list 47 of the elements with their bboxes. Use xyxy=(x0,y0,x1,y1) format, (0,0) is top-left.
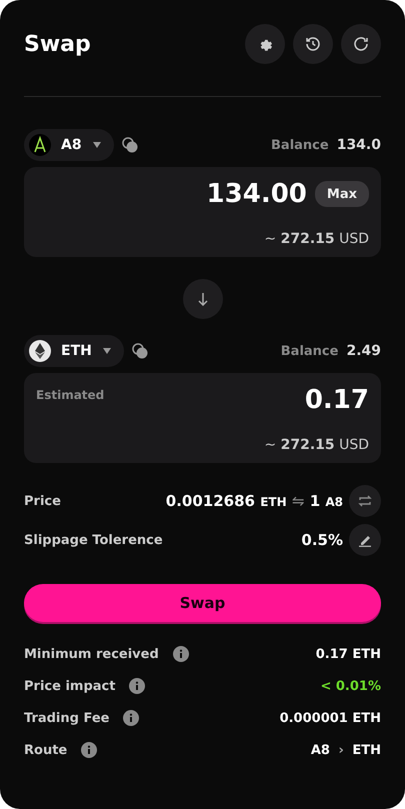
balance-value: 134.0 xyxy=(336,137,381,153)
detail-label: Trading Fee xyxy=(24,710,110,726)
settings-button[interactable] xyxy=(245,24,285,64)
detail-value: 0.17 ETH xyxy=(316,646,381,662)
token-selector[interactable]: A8 xyxy=(24,129,114,161)
info-icon[interactable] xyxy=(172,646,189,662)
swap-button[interactable]: Swap xyxy=(24,584,381,622)
swap-arrows-icon xyxy=(357,494,373,508)
balance-value: 2.49 xyxy=(346,343,381,359)
detail-label: Minimum received xyxy=(24,646,159,662)
balance-label: Balance xyxy=(280,344,338,358)
amount-input[interactable]: 134.00 xyxy=(206,179,307,209)
copy-icon[interactable] xyxy=(122,137,138,153)
max-button[interactable]: Max xyxy=(314,181,369,207)
info-icon[interactable] xyxy=(129,678,146,694)
invert-price-button[interactable] xyxy=(349,485,381,517)
info-icon[interactable] xyxy=(81,742,98,758)
detail-label: Price impact xyxy=(24,678,116,694)
usd-value: ~ 272.15 USD xyxy=(264,437,369,453)
history-icon xyxy=(304,35,322,53)
history-button[interactable] xyxy=(293,24,333,64)
switch-direction-button[interactable] xyxy=(182,279,222,319)
copy-icon[interactable] xyxy=(132,343,148,359)
info-icon[interactable] xyxy=(123,710,140,726)
slippage-value: 0.5% xyxy=(301,531,343,549)
price-label: Price xyxy=(24,494,61,508)
detail-value: 0.000001 ETH xyxy=(280,710,381,726)
caret-icon xyxy=(102,347,112,355)
ethereum-logo-icon xyxy=(29,340,51,362)
price-value: 0.0012686 ETH ⇋ 1 A8 xyxy=(166,492,343,510)
refresh-icon xyxy=(352,35,370,53)
detail-label: Route xyxy=(24,742,68,758)
edit-slippage-button[interactable] xyxy=(349,524,381,556)
detail-value: < 0.01% xyxy=(320,678,381,694)
route-value: A8 › ETH xyxy=(310,742,381,758)
slippage-label: Slippage Tolerence xyxy=(24,532,163,548)
token-selector[interactable]: ETH xyxy=(24,335,124,367)
estimated-label: Estimated xyxy=(36,387,104,402)
caret-icon xyxy=(92,141,102,149)
swap-title: Swap xyxy=(24,32,91,56)
amount-output: 0.17 xyxy=(304,385,369,415)
balance-label: Balance xyxy=(271,138,329,152)
down-arrow-icon xyxy=(196,292,210,306)
usd-value: ~ 272.15 USD xyxy=(264,231,369,247)
pencil-icon xyxy=(358,533,372,547)
token-logo-icon xyxy=(29,134,51,156)
refresh-button[interactable] xyxy=(341,24,381,64)
